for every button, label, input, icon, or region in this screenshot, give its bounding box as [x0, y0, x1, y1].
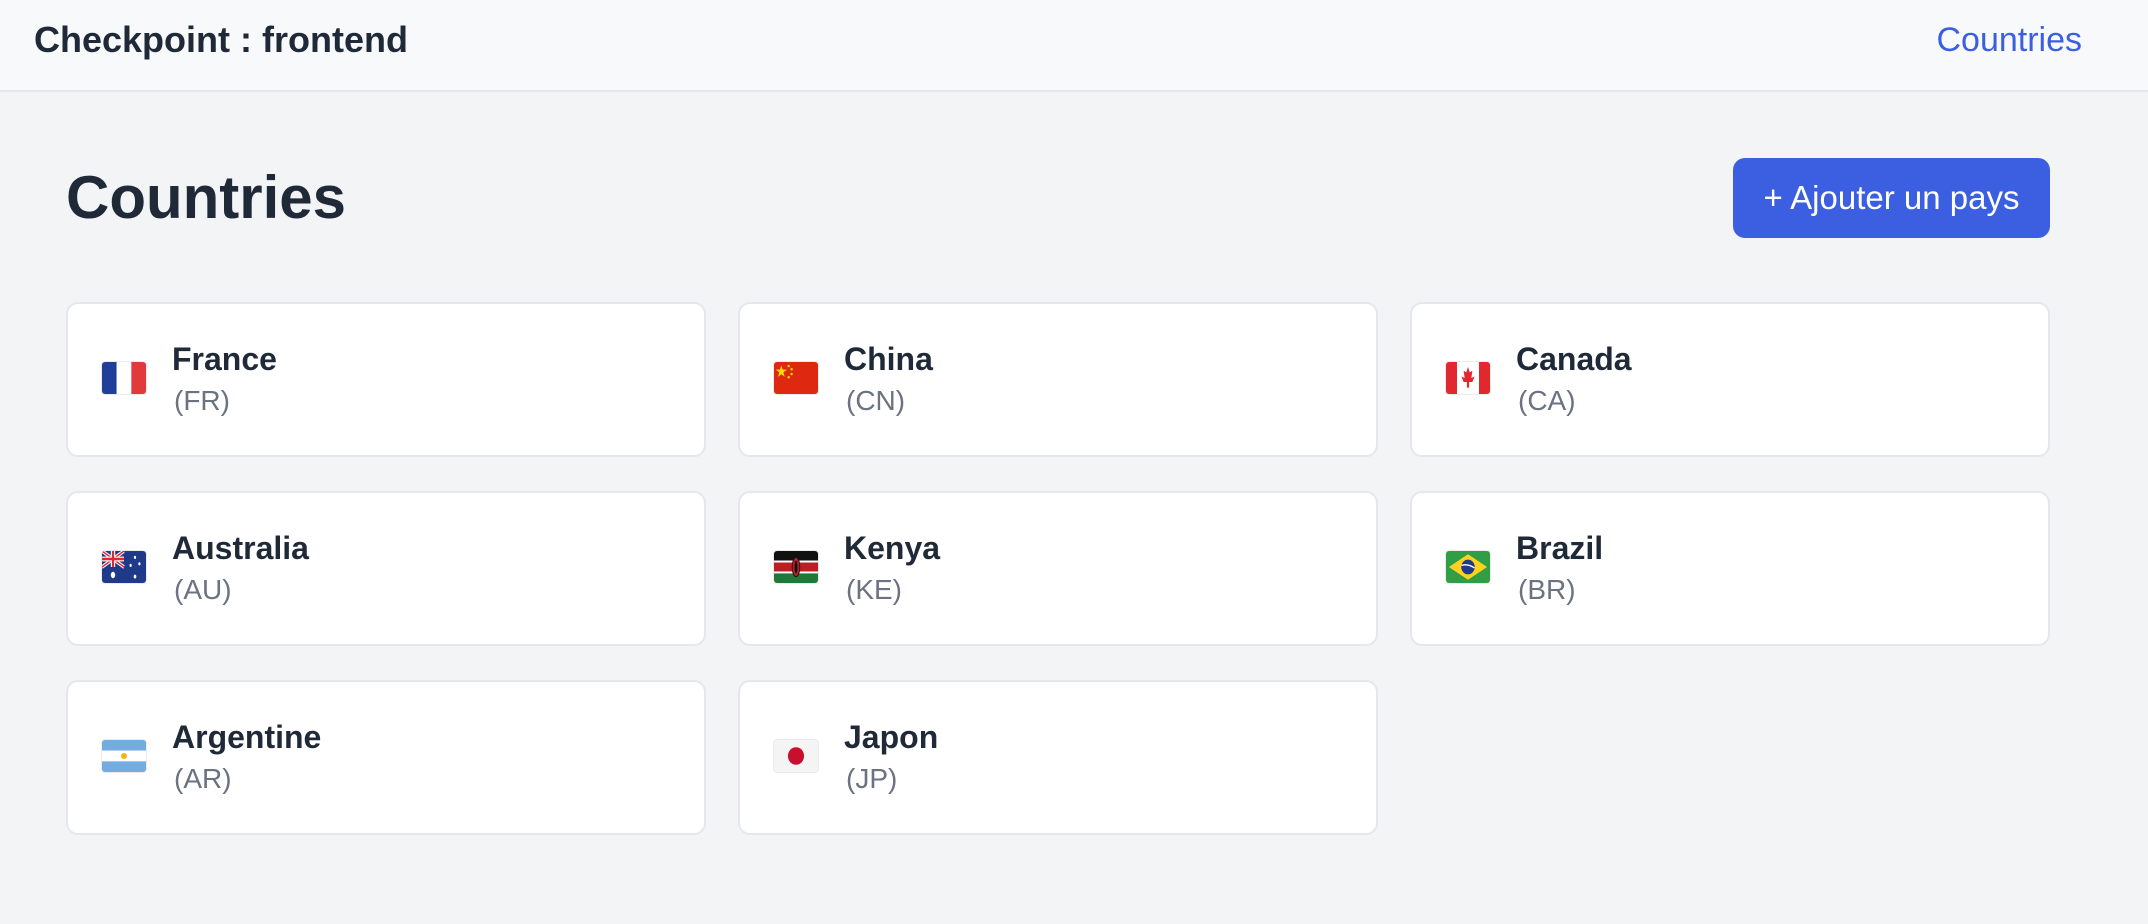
country-code: (KE) [846, 574, 902, 605]
add-country-button[interactable]: + Ajouter un pays [1733, 158, 2050, 238]
country-grid: France (FR) China (CN) Canada (CA) Austr… [66, 302, 2050, 835]
flag-br-icon [1446, 551, 1490, 583]
country-name: Brazil [1516, 530, 1604, 566]
page-title: Countries [66, 164, 347, 231]
country-card-argentine[interactable]: Argentine (AR) [66, 680, 706, 835]
app-brand[interactable]: Checkpoint : frontend [34, 18, 408, 62]
flag-jp-icon [774, 740, 818, 772]
flag-ca-icon [1446, 362, 1490, 394]
country-name: France [172, 341, 277, 377]
country-code: (AU) [174, 574, 232, 605]
country-code: (FR) [174, 385, 230, 416]
country-name: Canada [1516, 341, 1632, 377]
country-name: Argentine [172, 719, 322, 755]
country-name: China [844, 341, 933, 377]
flag-fr-icon [102, 362, 146, 394]
country-card-kenya[interactable]: Kenya (KE) [738, 491, 1378, 646]
country-card-china[interactable]: China (CN) [738, 302, 1378, 457]
country-name: Australia [172, 530, 309, 566]
flag-au-icon [102, 551, 146, 583]
flag-ke-icon [774, 551, 818, 583]
country-card-brazil[interactable]: Brazil (BR) [1410, 491, 2050, 646]
country-code: (CA) [1518, 385, 1576, 416]
country-code: (BR) [1518, 574, 1576, 605]
country-code: (JP) [846, 763, 898, 794]
country-name: Japon [844, 719, 939, 755]
country-card-australia[interactable]: Australia (AU) [66, 491, 706, 646]
nav-link-countries[interactable]: Countries [1936, 18, 2082, 62]
country-code: (AR) [174, 763, 232, 794]
country-code: (CN) [846, 385, 906, 416]
flag-cn-icon [774, 362, 818, 394]
country-card-france[interactable]: France (FR) [66, 302, 706, 457]
country-card-canada[interactable]: Canada (CA) [1410, 302, 2050, 457]
top-navbar: Checkpoint : frontend Countries [0, 0, 2148, 92]
country-card-japon[interactable]: Japon (JP) [738, 680, 1378, 835]
flag-ar-icon [102, 740, 146, 772]
country-name: Kenya [844, 530, 941, 566]
